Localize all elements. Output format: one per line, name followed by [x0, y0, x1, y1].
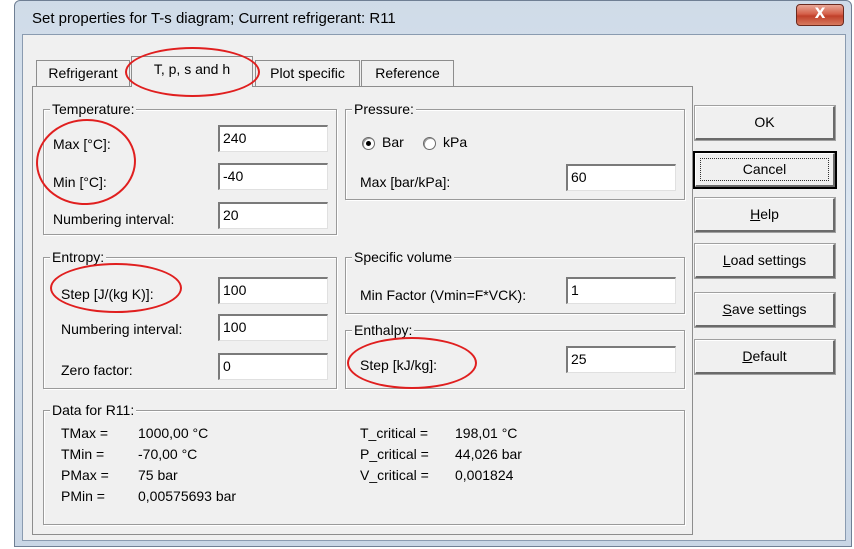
- pressure-max-input[interactable]: 60: [566, 164, 676, 191]
- pressure-kpa-radio[interactable]: [423, 137, 436, 150]
- tab-plot-specific[interactable]: Plot specific: [255, 60, 360, 86]
- cancel-button[interactable]: Cancel: [693, 151, 837, 189]
- data-name-pmin: PMin =: [61, 488, 105, 504]
- data-name-v-critical: V_critical =: [360, 467, 429, 483]
- entropy-step-label: Step [J/(kg K)]:: [61, 286, 154, 302]
- save-settings-button[interactable]: Save settings: [694, 292, 836, 328]
- data-value-v-critical: 0,001824: [455, 467, 514, 483]
- enthalpy-step-input[interactable]: 25: [566, 346, 676, 373]
- window-title: Set properties for T-s diagram; Current …: [32, 10, 396, 27]
- data-name-pmax: PMax =: [61, 467, 109, 483]
- title-bar[interactable]: Set properties for T-s diagram; Current …: [14, 0, 852, 34]
- temperature-max-label: Max [°C]:: [53, 136, 111, 152]
- temperature-interval-label: Numbering interval:: [53, 211, 175, 227]
- data-value-tmin: -70,00 °C: [138, 446, 198, 462]
- tab-label: Reference: [375, 65, 440, 81]
- close-icon: X: [814, 6, 826, 22]
- data-value-t-critical: 198,01 °C: [455, 425, 518, 441]
- data-value-pmin: 0,00575693 bar: [138, 488, 237, 504]
- group-title: Data for R11:: [50, 402, 137, 418]
- focus-rect: [700, 158, 829, 181]
- help-button[interactable]: Help: [694, 197, 836, 233]
- group-title: Temperature:: [50, 101, 137, 117]
- data-value-p-critical: 44,026 bar: [455, 446, 522, 462]
- default-button[interactable]: Default: [694, 339, 836, 375]
- data-name-tmin: TMin =: [61, 446, 105, 462]
- pressure-bar-label: Bar: [382, 134, 404, 150]
- group-title: Pressure:: [352, 101, 416, 117]
- temperature-min-label: Min [°C]:: [53, 174, 107, 190]
- load-settings-button[interactable]: Load settings: [694, 243, 836, 279]
- entropy-step-input[interactable]: 100: [218, 277, 328, 304]
- tab-refrigerant[interactable]: Refrigerant: [36, 60, 130, 86]
- tab-reference[interactable]: Reference: [361, 60, 454, 86]
- group-title: Entropy:: [50, 249, 107, 265]
- pressure-kpa-label: kPa: [443, 134, 468, 150]
- data-value-pmax: 75 bar: [138, 467, 178, 483]
- specific-volume-factor-label: Min Factor (Vmin=F*VCK):: [360, 287, 527, 303]
- specific-volume-factor-input[interactable]: 1: [566, 277, 676, 304]
- temperature-max-input[interactable]: 240: [218, 125, 328, 152]
- save-settings-button-label: Save settings: [722, 301, 807, 317]
- data-name-tmax: TMax =: [61, 425, 109, 441]
- group-title: Specific volume: [352, 249, 455, 265]
- entropy-interval-input[interactable]: 100: [218, 314, 328, 341]
- default-button-label: Default: [742, 348, 787, 364]
- close-button[interactable]: X: [796, 4, 844, 26]
- tab-t-p-s-h[interactable]: T, p, s and h: [131, 56, 253, 87]
- tab-label: Refrigerant: [48, 65, 118, 81]
- data-value-tmax: 1000,00 °C: [138, 425, 209, 441]
- group-title: Enthalpy:: [352, 322, 415, 338]
- help-button-label: Help: [750, 206, 779, 222]
- ok-button-label: OK: [754, 114, 775, 130]
- entropy-interval-label: Numbering interval:: [61, 321, 183, 337]
- pressure-max-label: Max [bar/kPa]:: [360, 174, 451, 190]
- load-settings-button-label: Load settings: [722, 252, 807, 268]
- temperature-min-input[interactable]: -40: [218, 163, 328, 190]
- pressure-bar-radio[interactable]: [362, 137, 375, 150]
- ok-button[interactable]: OK: [694, 105, 836, 141]
- data-name-p-critical: P_critical =: [360, 446, 429, 462]
- tab-label: T, p, s and h: [153, 61, 231, 77]
- entropy-zero-label: Zero factor:: [61, 362, 133, 378]
- entropy-zero-input[interactable]: 0: [218, 353, 328, 380]
- enthalpy-step-label: Step [kJ/kg]:: [360, 357, 438, 373]
- data-name-t-critical: T_critical =: [360, 425, 429, 441]
- temperature-interval-input[interactable]: 20: [218, 202, 328, 229]
- tab-label: Plot specific: [270, 65, 345, 81]
